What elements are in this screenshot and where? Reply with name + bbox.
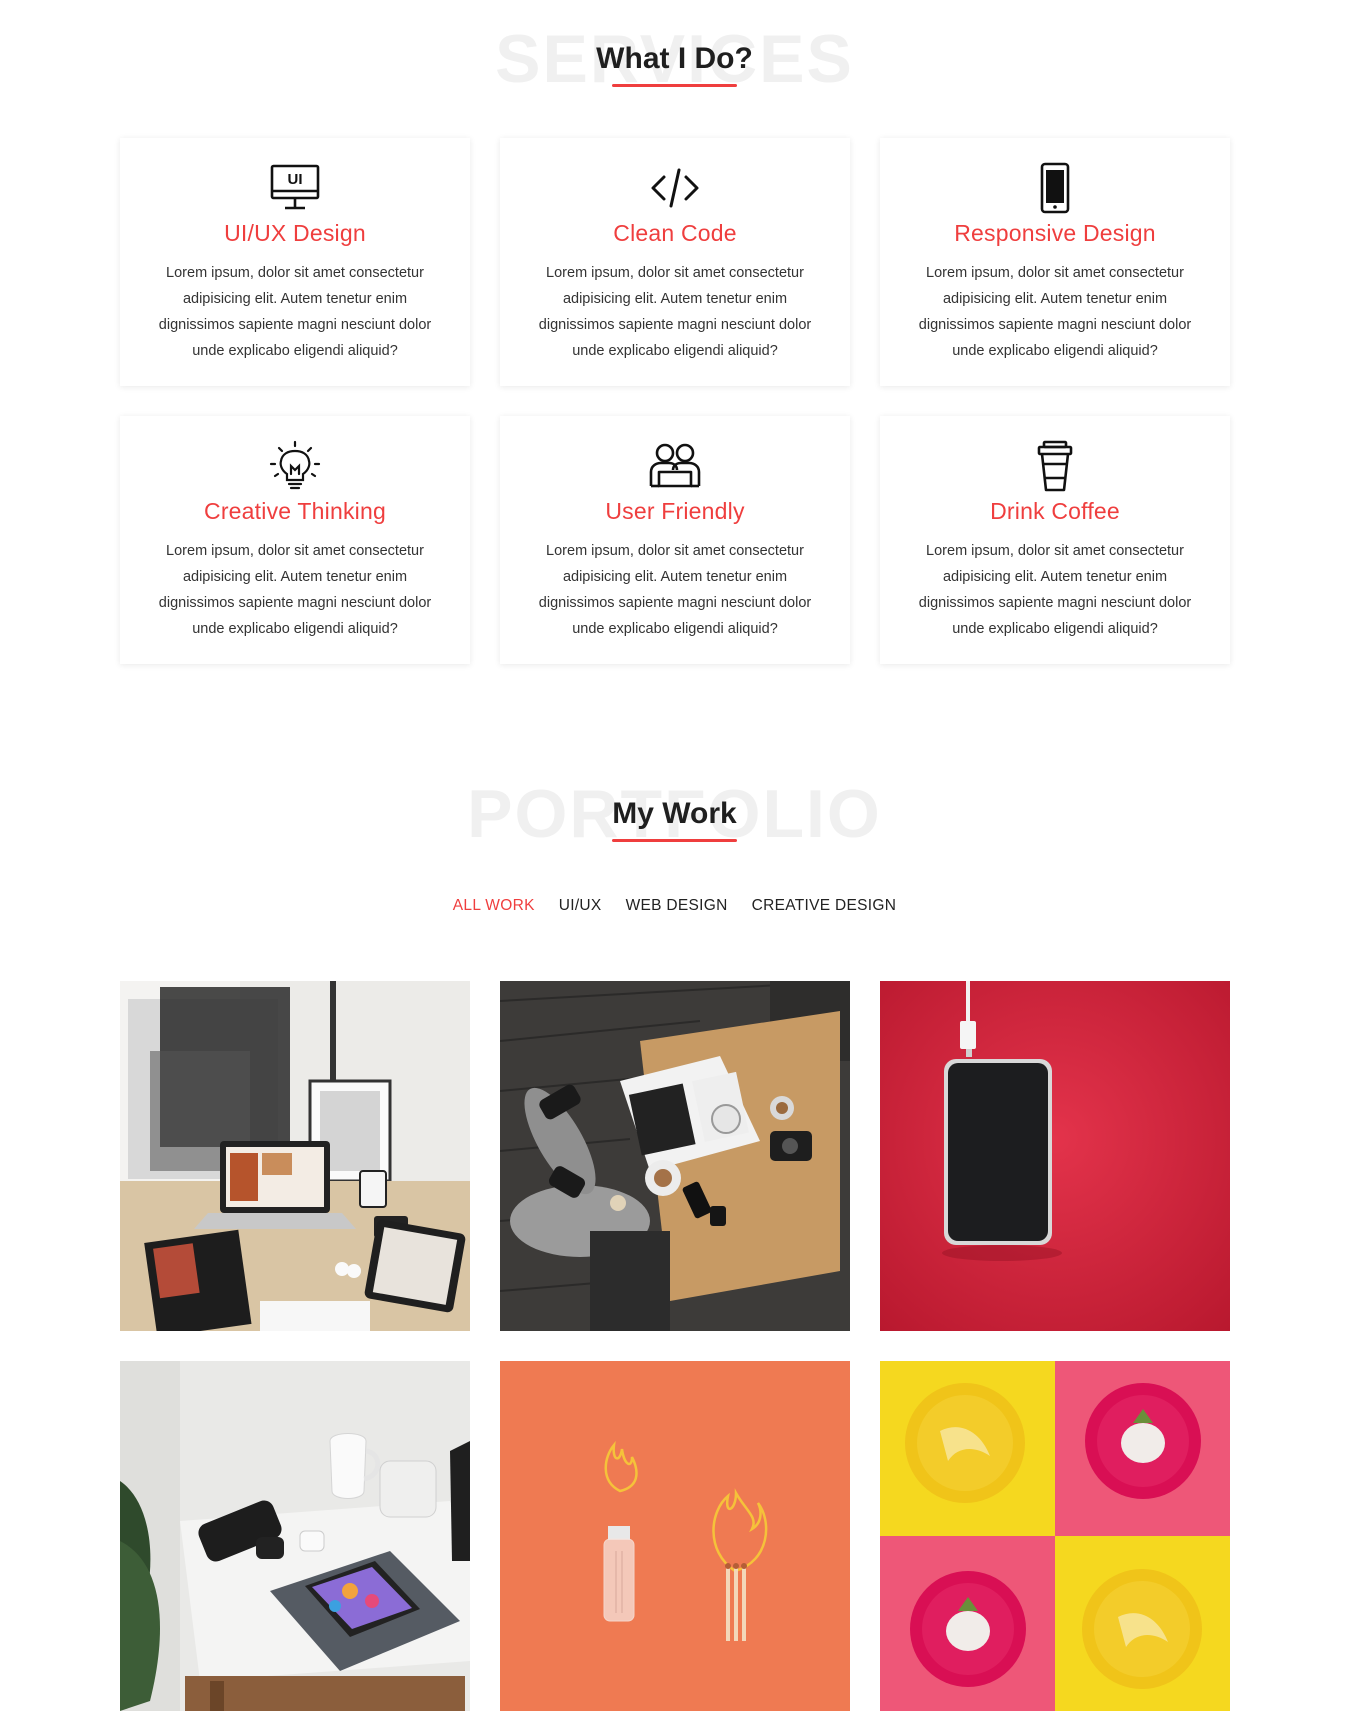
code-icon [500,162,850,214]
service-title: Drink Coffee [990,498,1120,524]
fruit-plates-grid-image[interactable] [880,1361,1230,1711]
portfolio-filters: ALL WORK UI/UX WEB DESIGN CREATIVE DESIG… [0,897,1349,915]
svg-text:UI: UI [288,171,303,188]
desk-phone-accessories-image[interactable] [120,1361,470,1711]
coffee-table-magazine-image[interactable] [500,981,850,1331]
filter-uiux[interactable]: UI/UX [559,897,602,915]
service-text: Lorem ipsum, dolor sit amet consectetur … [918,265,1192,359]
phone-on-red-image[interactable] [880,981,1230,1331]
service-text: Lorem ipsum, dolor sit amet consectetur … [538,265,812,359]
service-title: UI/UX Design [224,220,366,246]
service-card-clean-code: Clean Code Lorem ipsum, dolor sit amet c… [500,138,850,386]
users-icon [500,440,850,492]
service-title: Responsive Design [954,220,1156,246]
workspace-laptop-mockup-image[interactable] [120,981,470,1331]
services-title: What I Do? [596,42,753,75]
coffee-cup-icon [880,440,1230,492]
service-card-uiux: UI UI/UX Design Lorem ipsum, dolor sit a… [120,138,470,386]
portfolio-title-underline [612,839,737,842]
service-card-drink-coffee: Drink Coffee Lorem ipsum, dolor sit amet… [880,416,1230,664]
filter-web-design[interactable]: WEB DESIGN [626,897,728,915]
service-card-creative: Creative Thinking Lorem ipsum, dolor sit… [120,416,470,664]
lighter-and-matches-image[interactable] [500,1361,850,1711]
service-text: Lorem ipsum, dolor sit amet consectetur … [158,543,432,637]
service-card-responsive: Responsive Design Lorem ipsum, dolor sit… [880,138,1230,386]
lightbulb-icon [120,440,470,492]
service-card-user-friendly: User Friendly Lorem ipsum, dolor sit ame… [500,416,850,664]
smartphone-icon [880,162,1230,214]
filter-all-work[interactable]: ALL WORK [453,897,535,915]
services-title-underline [612,84,737,87]
service-title: Creative Thinking [204,498,386,524]
monitor-ui-icon: UI [120,162,470,214]
filter-creative-design[interactable]: CREATIVE DESIGN [752,897,897,915]
portfolio-title: My Work [612,797,737,830]
service-title: Clean Code [613,220,737,246]
service-text: Lorem ipsum, dolor sit amet consectetur … [918,543,1192,637]
service-title: User Friendly [605,498,745,524]
service-text: Lorem ipsum, dolor sit amet consectetur … [538,543,812,637]
service-text: Lorem ipsum, dolor sit amet consectetur … [158,265,432,359]
